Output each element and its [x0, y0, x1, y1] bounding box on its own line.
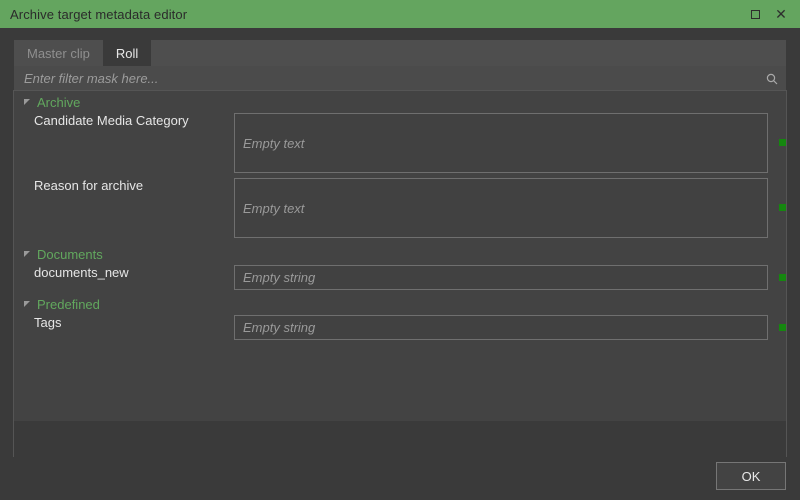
metadata-field-list: Archive Candidate Media Category Reason … — [14, 91, 786, 421]
field-row-documents-new: documents_new — [14, 265, 786, 293]
field-input-documents-new[interactable] — [234, 265, 768, 290]
filter-bar[interactable] — [14, 66, 786, 91]
tab-strip: Master clip Roll — [14, 40, 786, 66]
maximize-icon[interactable] — [748, 7, 762, 21]
filter-input[interactable] — [24, 71, 764, 86]
tab-master-clip[interactable]: Master clip — [14, 40, 103, 66]
section-header-predefined[interactable]: Predefined — [14, 293, 786, 315]
title-bar: Archive target metadata editor ✕ — [0, 0, 800, 28]
section-header-documents[interactable]: Documents — [14, 243, 786, 265]
field-row-reason-for-archive: Reason for archive — [14, 178, 786, 243]
close-x-glyph: ✕ — [775, 6, 787, 22]
field-input-tags[interactable] — [234, 315, 768, 340]
field-input-candidate-media-category[interactable] — [234, 113, 768, 173]
chevron-expanded-icon[interactable] — [24, 300, 30, 307]
metadata-editor-window: Archive target metadata editor ✕ Master … — [0, 0, 800, 500]
section-title-documents: Documents — [37, 246, 103, 262]
close-icon[interactable]: ✕ — [774, 7, 788, 21]
field-label-tags: Tags — [34, 315, 62, 330]
tab-roll[interactable]: Roll — [102, 40, 152, 66]
field-label-candidate-media-category: Candidate Media Category — [34, 113, 189, 128]
field-row-tags: Tags — [14, 315, 786, 343]
chevron-expanded-icon[interactable] — [24, 98, 30, 105]
status-indicator-tags — [779, 324, 786, 331]
ok-button[interactable]: OK — [716, 462, 786, 490]
window-title: Archive target metadata editor — [10, 6, 188, 22]
section-title-predefined: Predefined — [37, 296, 100, 312]
field-row-candidate-media-category: Candidate Media Category — [14, 113, 786, 178]
footer-bar: OK — [0, 457, 800, 500]
status-indicator-documents-new — [779, 274, 786, 281]
section-title-archive: Archive — [37, 94, 81, 110]
status-indicator-candidate-media-category — [779, 139, 786, 146]
field-label-reason-for-archive: Reason for archive — [34, 178, 144, 193]
field-input-reason-for-archive[interactable] — [234, 178, 768, 238]
section-header-archive[interactable]: Archive — [14, 91, 786, 113]
field-label-documents-new: documents_new — [34, 265, 129, 280]
status-indicator-reason-for-archive — [779, 204, 786, 211]
window-body: Master clip Roll Archive Candidate Media… — [0, 28, 800, 500]
chevron-expanded-icon[interactable] — [24, 250, 30, 257]
window-controls: ✕ — [748, 7, 788, 21]
search-icon[interactable] — [764, 71, 780, 87]
maximize-square-glyph — [750, 9, 760, 19]
